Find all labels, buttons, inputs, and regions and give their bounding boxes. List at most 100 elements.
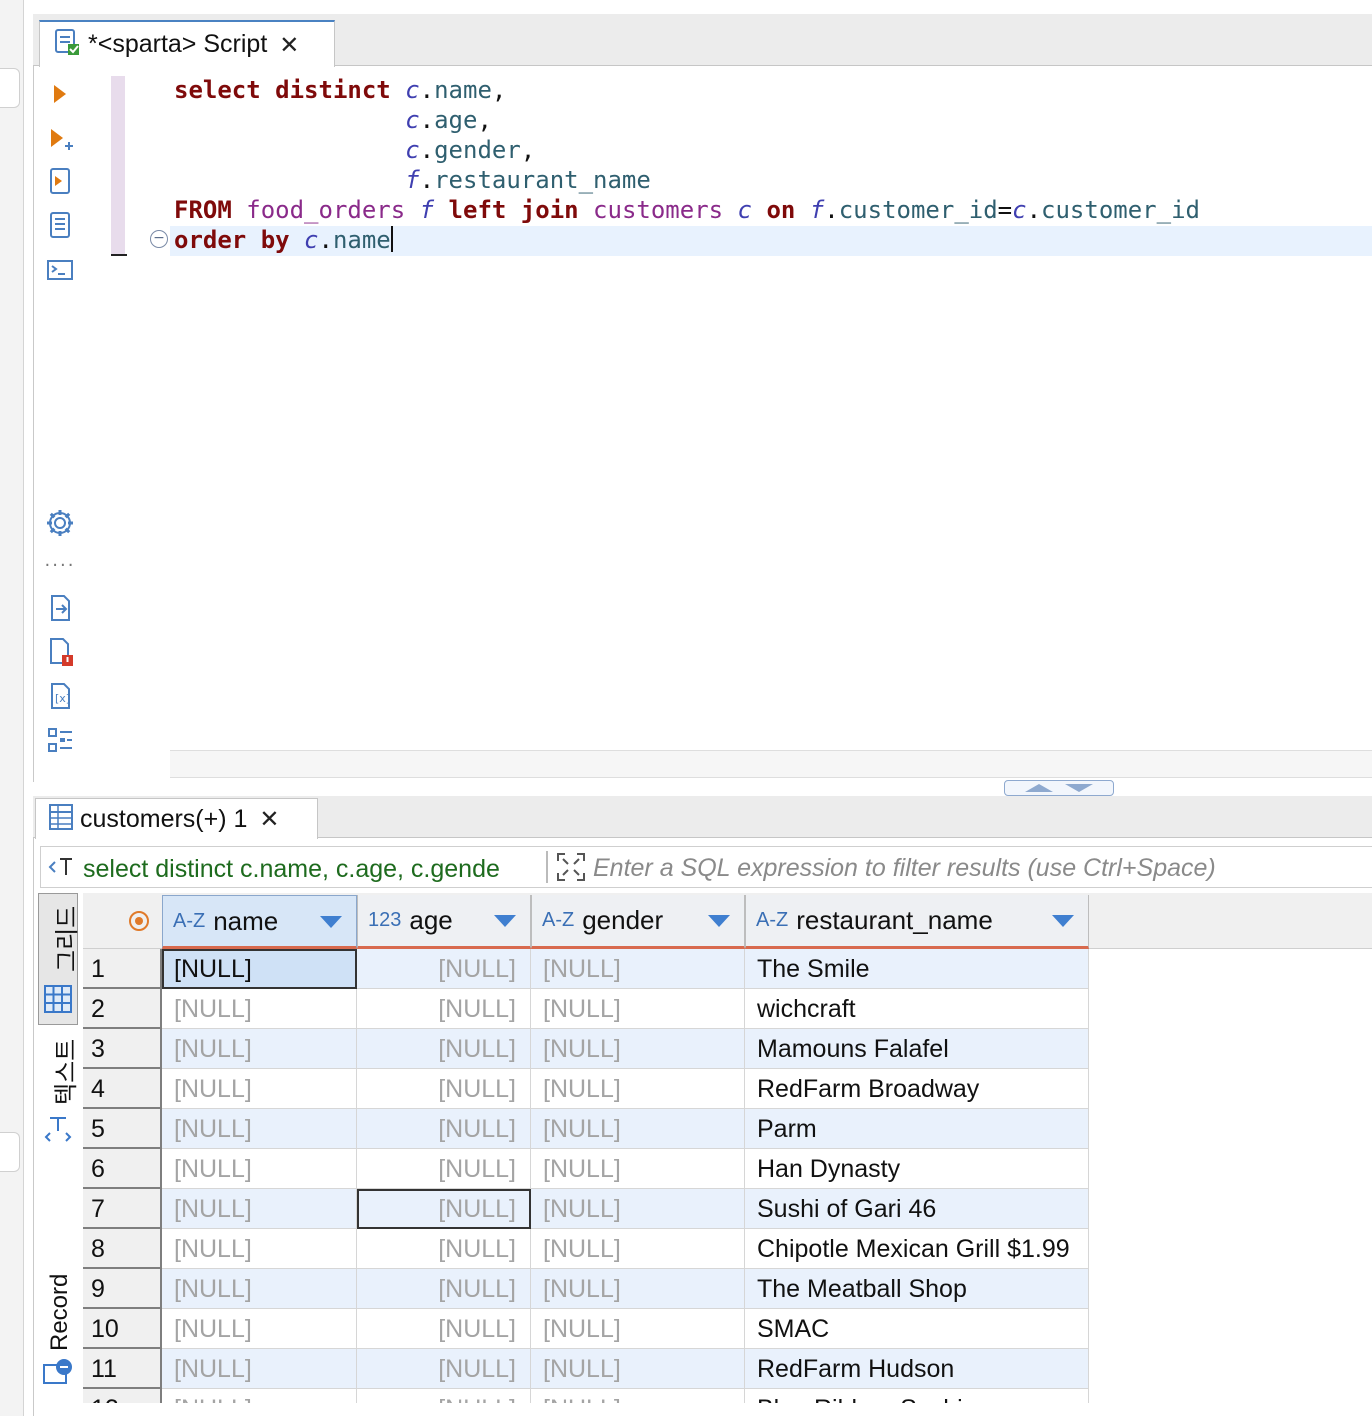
cell-restaurant_name[interactable]: Chipotle Mexican Grill $1.99	[745, 1229, 1089, 1269]
cell-age[interactable]: [NULL]	[357, 1189, 531, 1229]
tab-text-view[interactable]: 텍스트	[38, 1033, 80, 1153]
cell-restaurant_name[interactable]: wichcraft	[745, 989, 1089, 1029]
row-number-header[interactable]	[83, 893, 161, 949]
table-row[interactable]: 4 [NULL] [NULL] [NULL] RedFarm Broadway	[83, 1069, 1372, 1109]
cell-gender[interactable]: [NULL]	[531, 949, 745, 989]
cell-age[interactable]: [NULL]	[357, 1229, 531, 1269]
maximize-icon[interactable]	[555, 851, 587, 888]
cell-restaurant_name[interactable]: Han Dynasty	[745, 1149, 1089, 1189]
column-header-gender[interactable]: A-Z gender	[531, 895, 745, 949]
cell-gender[interactable]: [NULL]	[531, 1109, 745, 1149]
results-grid[interactable]: A-Z name 123 age A-Z gender A-Z restaurant_name…	[83, 893, 1372, 1403]
execute-script-new-tabs-button[interactable]	[40, 207, 80, 243]
tab-results-customers[interactable]: customers(+) 1 ✕	[35, 798, 318, 839]
cell-gender[interactable]: [NULL]	[531, 1149, 745, 1189]
cell-restaurant_name[interactable]: SMAC	[745, 1309, 1089, 1349]
close-icon[interactable]: ✕	[259, 805, 279, 833]
cell-gender[interactable]: [NULL]	[531, 1189, 745, 1229]
column-header-age[interactable]: 123 age	[357, 895, 531, 949]
fold-collapse-icon[interactable]: −	[150, 230, 168, 248]
tab-sparta-script[interactable]: *<sparta> Script ✕	[39, 20, 335, 67]
toolbar-more-handle[interactable]: ····	[40, 550, 80, 580]
cell-gender[interactable]: [NULL]	[531, 1269, 745, 1309]
cell-name[interactable]: [NULL]	[162, 1189, 357, 1229]
sort-arrow-icon[interactable]	[708, 915, 730, 927]
table-row[interactable]: 10 [NULL] [NULL] [NULL] SMAC	[83, 1309, 1372, 1349]
filter-expression-input[interactable]	[593, 851, 1353, 885]
row-number[interactable]: 3	[83, 1029, 162, 1069]
table-row[interactable]: 5 [NULL] [NULL] [NULL] Parm	[83, 1109, 1372, 1149]
cell-gender[interactable]: [NULL]	[531, 1389, 745, 1403]
table-row[interactable]: 7 [NULL] [NULL] [NULL] Sushi of Gari 46	[83, 1189, 1372, 1229]
table-row[interactable]: 3 [NULL] [NULL] [NULL] Mamouns Falafel	[83, 1029, 1372, 1069]
cell-name[interactable]: [NULL]	[162, 1029, 357, 1069]
cell-gender[interactable]: [NULL]	[531, 1229, 745, 1269]
sort-arrow-icon[interactable]	[1052, 915, 1074, 927]
cell-age[interactable]: [NULL]	[357, 1109, 531, 1149]
cell-name[interactable]: [NULL]	[162, 1109, 357, 1149]
table-row[interactable]: 6 [NULL] [NULL] [NULL] Han Dynasty	[83, 1149, 1372, 1189]
column-header-name[interactable]: A-Z name	[162, 895, 357, 949]
cell-name[interactable]: [NULL]	[162, 1069, 357, 1109]
row-number[interactable]: 6	[83, 1149, 162, 1189]
cell-age[interactable]: [NULL]	[357, 949, 531, 989]
cell-name[interactable]: [NULL]	[162, 949, 357, 989]
row-number[interactable]: 4	[83, 1069, 162, 1109]
execute-statement-button[interactable]	[40, 76, 80, 112]
row-number[interactable]: 2	[83, 989, 162, 1029]
table-row[interactable]: 11 [NULL] [NULL] [NULL] RedFarm Hudson	[83, 1349, 1372, 1389]
settings-button[interactable]	[40, 505, 80, 541]
row-number[interactable]: 10	[83, 1309, 162, 1349]
sort-arrow-icon[interactable]	[320, 916, 342, 928]
cell-name[interactable]: [NULL]	[162, 1389, 357, 1403]
cell-age[interactable]: [NULL]	[357, 1029, 531, 1069]
cell-age[interactable]: [NULL]	[357, 1389, 531, 1403]
table-row[interactable]: 2 [NULL] [NULL] [NULL] wichcraft	[83, 989, 1372, 1029]
cell-name[interactable]: [NULL]	[162, 1309, 357, 1349]
cell-age[interactable]: [NULL]	[357, 1149, 531, 1189]
row-number[interactable]: 7	[83, 1189, 162, 1229]
close-icon[interactable]: ✕	[279, 31, 299, 59]
cell-name[interactable]: [NULL]	[162, 1349, 357, 1389]
cell-restaurant_name[interactable]: Blue Ribbon Sushi	[745, 1389, 1089, 1403]
cell-restaurant_name[interactable]: RedFarm Hudson	[745, 1349, 1089, 1389]
cell-gender[interactable]: [NULL]	[531, 1029, 745, 1069]
cell-restaurant_name[interactable]: Mamouns Falafel	[745, 1029, 1089, 1069]
open-console-button[interactable]	[40, 252, 80, 288]
tab-record-view[interactable]: Record	[38, 1263, 78, 1415]
cell-gender[interactable]: [NULL]	[531, 1309, 745, 1349]
record-mode-icon[interactable]	[129, 911, 149, 931]
row-number[interactable]: 1	[83, 949, 162, 989]
cell-restaurant_name[interactable]: RedFarm Broadway	[745, 1069, 1089, 1109]
cell-age[interactable]: [NULL]	[357, 1349, 531, 1389]
row-number[interactable]: 12	[83, 1389, 162, 1403]
row-number[interactable]: 11	[83, 1349, 162, 1389]
tab-grid-view[interactable]: 그리드	[38, 893, 81, 1025]
cell-age[interactable]: [NULL]	[357, 1269, 531, 1309]
cell-gender[interactable]: [NULL]	[531, 1349, 745, 1389]
execute-script-button[interactable]	[40, 163, 80, 199]
variables-button[interactable]: [x]	[40, 678, 80, 714]
sort-arrow-icon[interactable]	[494, 915, 516, 927]
executed-query-preview[interactable]: select distinct c.name, c.age, c.gende	[83, 855, 539, 884]
cell-name[interactable]: [NULL]	[162, 989, 357, 1029]
panel-splitter[interactable]	[33, 782, 1372, 796]
cell-age[interactable]: [NULL]	[357, 1309, 531, 1349]
row-number[interactable]: 8	[83, 1229, 162, 1269]
cell-age[interactable]: [NULL]	[357, 989, 531, 1029]
sql-editor[interactable]: select distinct c.name, c.age, c.gender,…	[174, 75, 1200, 255]
cell-restaurant_name[interactable]: The Smile	[745, 949, 1089, 989]
row-number[interactable]: 5	[83, 1109, 162, 1149]
table-row[interactable]: 12[NULL][NULL][NULL]Blue Ribbon Sushi	[83, 1389, 1372, 1403]
cell-age[interactable]: [NULL]	[357, 1069, 531, 1109]
outline-button[interactable]	[40, 722, 80, 758]
cell-restaurant_name[interactable]: Parm	[745, 1109, 1089, 1149]
cell-name[interactable]: [NULL]	[162, 1149, 357, 1189]
export-button[interactable]	[40, 590, 80, 626]
cell-restaurant_name[interactable]: Sushi of Gari 46	[745, 1189, 1089, 1229]
show-problems-button[interactable]	[40, 634, 80, 670]
table-row[interactable]: 1 [NULL] [NULL] [NULL] The Smile	[83, 949, 1372, 989]
table-row[interactable]: 8 [NULL] [NULL] [NULL] Chipotle Mexican Gril…	[83, 1229, 1372, 1269]
column-header-restaurant_name[interactable]: A-Z restaurant_name	[745, 895, 1089, 949]
editor-horizontal-scrollbar[interactable]	[170, 750, 1372, 778]
